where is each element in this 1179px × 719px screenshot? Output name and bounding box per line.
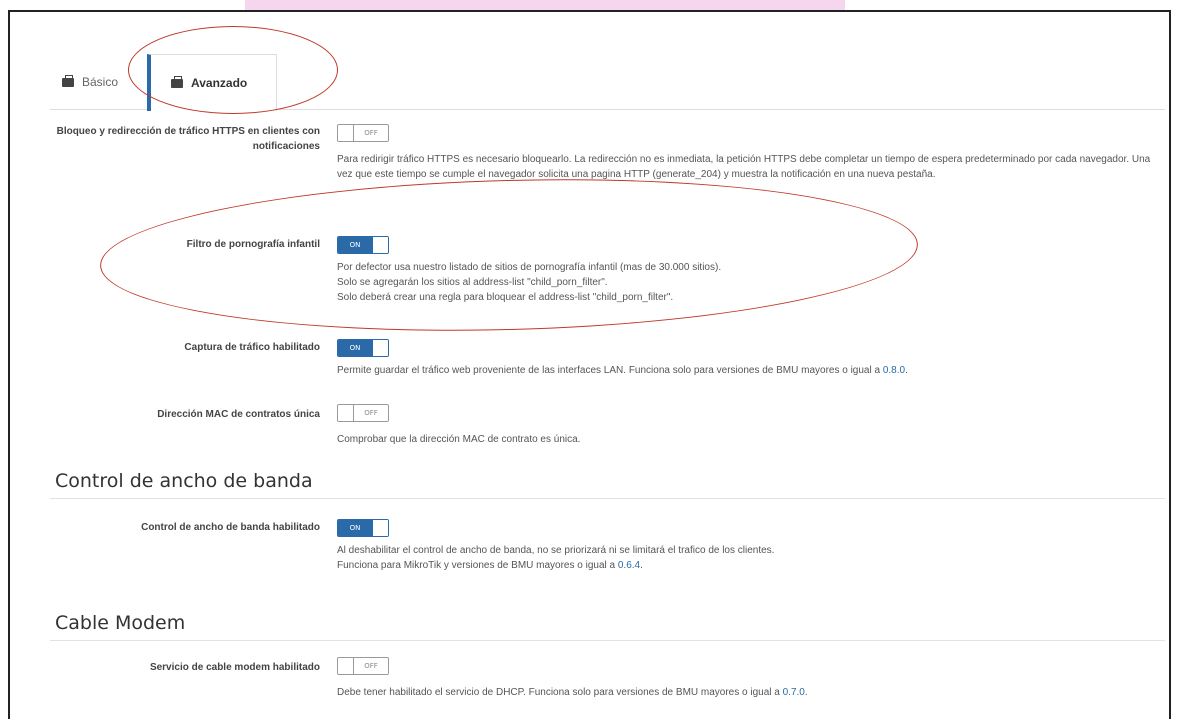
tab-bar: Básico Avanzado (50, 54, 1165, 111)
description-text: Funciona para MikroTik y versiones de BM… (337, 560, 616, 571)
top-decoration-bar (245, 0, 845, 10)
toggle-knob (338, 405, 354, 421)
description-text: Debe tener habilitado el servicio de DHC… (337, 687, 780, 698)
bandwidth-toggle[interactable]: ON (337, 519, 389, 537)
toggle-knob (338, 125, 354, 141)
description-text: Permite guardar el tráfico web provenien… (337, 365, 881, 376)
child-filter-toggle[interactable]: ON (337, 236, 389, 254)
toggle-knob (372, 237, 388, 253)
description-line: Solo se agregarán los sitios al address-… (337, 277, 608, 288)
section-title-cable-modem: Cable Modem (55, 612, 186, 634)
setting-description: Permite guardar el tráfico web provenien… (337, 363, 1157, 378)
toggle-state: ON (338, 237, 372, 253)
toggle-state: OFF (354, 125, 388, 141)
description-line: Solo deberá crear una regla para bloquea… (337, 292, 674, 303)
setting-description: Comprobar que la dirección MAC de contra… (337, 434, 581, 445)
setting-label: Servicio de cable modem habilitado (149, 662, 320, 673)
setting-description: Debe tener habilitado el servicio de DHC… (337, 685, 1157, 700)
toggle-state: OFF (354, 658, 388, 674)
briefcase-icon (171, 75, 183, 88)
setting-label: Bloqueo y redirección de tráfico HTTPS e… (56, 126, 320, 152)
tab-label: Avanzado (191, 76, 248, 90)
section-divider (50, 640, 1165, 641)
unique-mac-toggle[interactable]: OFF (337, 404, 389, 422)
tab-basico[interactable]: Básico (50, 54, 150, 110)
description-suffix: . (640, 560, 643, 571)
description-line: Al deshabilitar el control de ancho de b… (337, 545, 775, 556)
version-link[interactable]: 0.7.0 (783, 687, 805, 698)
traffic-capture-toggle[interactable]: ON (337, 339, 389, 357)
settings-panel: Básico Avanzado Bloqueo y redirección de… (8, 10, 1171, 719)
version-link[interactable]: 0.8.0 (883, 365, 905, 376)
setting-label: Captura de tráfico habilitado (184, 342, 320, 353)
toggle-knob (372, 340, 388, 356)
briefcase-icon (62, 74, 74, 87)
setting-label: Dirección MAC de contratos única (157, 409, 320, 420)
description-line: Funciona para MikroTik y versiones de BM… (337, 558, 1157, 573)
toggle-state: ON (338, 340, 372, 356)
setting-label: Control de ancho de banda habilitado (141, 522, 320, 533)
toggle-state: ON (338, 520, 372, 536)
setting-label: Filtro de pornografía infantil (186, 239, 320, 250)
description-line: Por defector usa nuestro listado de siti… (337, 262, 722, 273)
toggle-knob (338, 658, 354, 674)
section-divider (50, 498, 1165, 499)
description-suffix: . (804, 687, 808, 698)
setting-description: Para redirigir tráfico HTTPS es necesari… (337, 154, 1151, 180)
toggle-knob (372, 520, 388, 536)
setting-description: Por defector usa nuestro listado de siti… (337, 260, 1157, 305)
section-title-bandwidth: Control de ancho de banda (55, 470, 313, 492)
tab-label: Básico (82, 75, 119, 89)
cable-modem-toggle[interactable]: OFF (337, 657, 389, 675)
tab-avanzado[interactable]: Avanzado (147, 54, 277, 111)
description-suffix: . (905, 365, 908, 376)
setting-description: Al deshabilitar el control de ancho de b… (337, 543, 1157, 573)
toggle-state: OFF (354, 405, 388, 421)
version-link[interactable]: 0.6.4 (618, 560, 640, 571)
https-redirect-toggle[interactable]: OFF (337, 124, 389, 142)
